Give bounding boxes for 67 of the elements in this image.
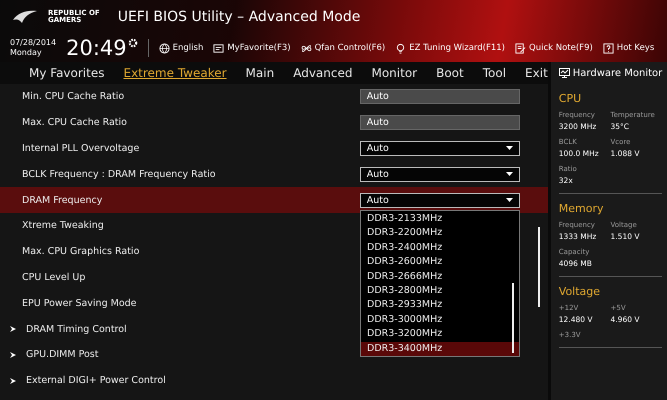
dropdown-option[interactable]: DDR3-3200MHz [361, 327, 519, 342]
setting-label: External DIGI+ Power Control [26, 375, 166, 386]
menu-tab[interactable]: Main [246, 66, 274, 80]
setting-label: DRAM Timing Control [26, 324, 127, 335]
dropdown-option[interactable]: DDR3-3000MHz [361, 312, 519, 328]
section-title: Voltage [558, 285, 602, 298]
dropdown-option[interactable]: DDR3-2400MHz [361, 240, 519, 256]
dropdown-option[interactable]: DDR3-2133MHz [361, 212, 519, 226]
scrollbar-icon [512, 283, 514, 353]
menu-tab[interactable]: Exit [525, 66, 548, 80]
dropdown-option[interactable]: DDR3-3400MHz [361, 342, 519, 356]
toolbar-link[interactable]: English [158, 42, 204, 54]
menu-tab[interactable]: Boot [436, 66, 464, 80]
clock-time: 20:49 [66, 36, 127, 60]
input-field[interactable]: Auto [360, 89, 520, 104]
dropdown-option[interactable]: DDR3-2800MHz [361, 284, 519, 298]
list-icon [213, 42, 224, 54]
monitor-icon [558, 68, 570, 78]
setting-label: Min. CPU Cache Ratio [22, 91, 124, 102]
menu-tab[interactable]: Tool [482, 66, 506, 80]
toolbar-link[interactable]: EZ Tuning Wizard(F11) [395, 42, 505, 54]
caret-icon [506, 146, 513, 150]
setting-label: Internal PLL Overvoltage [22, 142, 140, 154]
setting-label: Xtreme Tweaking [22, 220, 104, 232]
section-title: CPU [558, 92, 582, 105]
toolbar-link[interactable]: Qfan Control(F6) [300, 42, 386, 54]
fan-icon [300, 42, 312, 54]
toolbar-link[interactable]: MyFavorite(F3) [213, 42, 291, 54]
menu-tab[interactable]: Advanced [293, 66, 352, 80]
arrow-icon [10, 326, 16, 332]
logo-icon [12, 10, 38, 24]
panel-title-text: Hardware Monitor [572, 68, 662, 78]
setting-label: Max. CPU Cache Ratio [22, 117, 127, 128]
highlight-bar[interactable]: DRAM Frequency Auto [0, 187, 548, 213]
setting-label: Max. CPU Graphics Ratio [22, 246, 140, 258]
arrow-icon [10, 352, 16, 358]
dropdown-option[interactable]: DDR3-2666MHz [361, 270, 519, 284]
menu-tab[interactable]: My Favorites [29, 66, 104, 80]
dropdown-option[interactable]: DDR3-2200MHz [361, 226, 519, 241]
window-title: UEFI BIOS Utility – Advanced Mode [118, 9, 360, 25]
dropdown[interactable]: Auto [360, 140, 520, 156]
date-text: 07/28/2014 [10, 38, 56, 48]
setting-label: EPU Power Saving Mode [22, 298, 137, 309]
globe-icon [158, 42, 170, 54]
caret-icon [506, 172, 513, 176]
menu-tab[interactable]: Extreme Tweaker [123, 66, 227, 80]
setting-label: BCLK Frequency : DRAM Frequency Ratio [22, 168, 216, 180]
toolbar-link[interactable]: Quick Note(F9) [515, 42, 593, 54]
setting-label: DRAM Frequency [22, 194, 102, 206]
note-icon [515, 42, 526, 54]
lightbulb-icon [395, 42, 406, 54]
dropdown-option[interactable]: DDR3-2600MHz [361, 255, 519, 270]
settings-icon[interactable] [128, 38, 138, 48]
toolbar-link[interactable]: Hot Keys [602, 42, 654, 54]
scrollbar-icon [538, 227, 540, 307]
caret-icon [506, 198, 513, 202]
dropdown-option[interactable]: DDR3-2933MHz [361, 298, 519, 313]
menu-tab[interactable]: Monitor [371, 66, 418, 80]
setting-label: CPU Level Up [22, 272, 86, 283]
help-icon [602, 42, 614, 54]
arrow-icon [10, 378, 16, 384]
day-text: Monday [10, 48, 43, 58]
section-title: Memory [558, 202, 605, 215]
setting-label: GPU.DIMM Post [26, 349, 98, 360]
input-field[interactable]: Auto [360, 115, 520, 130]
dropdown[interactable]: Auto [360, 166, 520, 182]
dropdown[interactable]: Auto [360, 192, 520, 208]
